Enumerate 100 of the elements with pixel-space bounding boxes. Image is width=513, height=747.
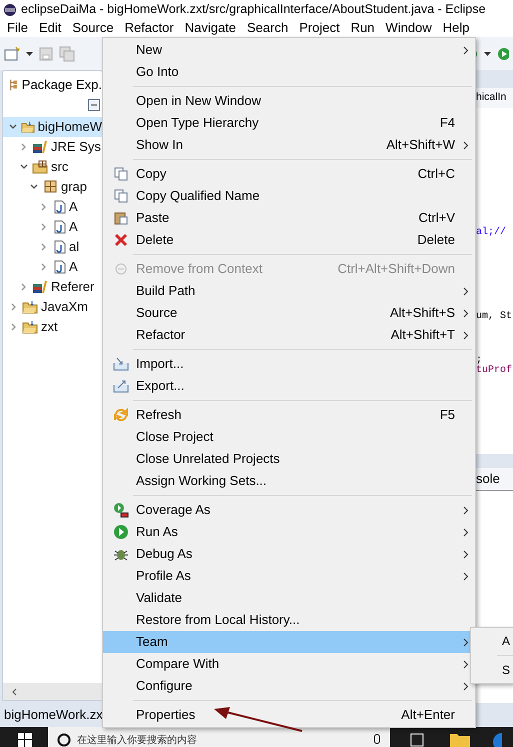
editor-tab[interactable]: hicalIn [476,88,513,108]
package-icon [42,180,58,194]
menu-item[interactable]: Debug As [103,543,475,565]
tree-item[interactable]: A [3,257,102,277]
menu-item[interactable]: Close Project [103,426,475,448]
menu-item[interactable]: Configure [103,675,475,697]
task-view-icon[interactable] [410,733,424,747]
shortcut-label: F5 [440,406,455,424]
code-line: al;// [476,226,506,240]
menu-item[interactable]: Source Alt+Shift+S [103,302,475,324]
menu-item[interactable]: New [103,39,475,61]
menu-item[interactable]: Refresh F5 [103,404,475,426]
dropdown-arrow-icon[interactable] [484,52,491,56]
menu-item[interactable]: Refactor Alt+Shift+T [103,324,475,346]
menu-item[interactable]: Close Unrelated Projects [103,448,475,470]
run-icon[interactable] [497,46,509,60]
view-title[interactable]: Package Exp. [22,75,102,95]
tree-item[interactable]: Referer [3,277,102,297]
menu-bar-item[interactable]: Search [247,18,288,38]
menu-item[interactable]: Copy Ctrl+C [103,163,475,185]
search-box[interactable]: 在这里输入你要搜索的内容 [48,727,390,747]
code-line: ; [476,354,482,366]
menu-item[interactable]: A [502,632,510,650]
tree-item[interactable]: JavaXm [3,297,102,317]
expanded-chevron-icon[interactable] [29,183,39,191]
dropdown-arrow-icon[interactable] [26,52,33,56]
java-file-icon [52,260,66,274]
submenu-chevron-icon [463,506,469,514]
menu-item[interactable]: Delete Delete [103,229,475,251]
menu-item[interactable]: Import... [103,353,475,375]
shortcut-label: Alt+Shift+W [386,136,455,154]
menu-bar-item[interactable]: Help [442,18,470,38]
tree-item[interactable]: al [3,237,102,257]
save-icon[interactable] [39,46,53,60]
java-file-icon [52,220,66,234]
submenu-chevron-icon [463,572,469,580]
menu-item[interactable]: Go Into [103,61,475,83]
horizontal-scrollbar[interactable] [3,683,102,700]
java-file-icon [52,240,66,254]
menu-item[interactable]: Run As [103,521,475,543]
collapse-all-icon[interactable] [88,99,100,111]
menu-item[interactable]: Coverage As [103,499,475,521]
new-file-icon[interactable] [4,46,20,62]
menu-bar-item[interactable]: Refactor [124,18,174,38]
menu-item[interactable]: S [502,661,510,679]
search-icon [57,733,71,747]
scroll-left-icon[interactable] [11,688,17,696]
expanded-chevron-icon[interactable] [19,163,29,171]
library-books-icon [32,280,48,294]
refresh-icon [112,407,128,423]
submenu-chevron-icon [463,638,469,646]
tree-item[interactable]: A [3,217,102,237]
menu-bar-item[interactable]: Source [72,18,114,38]
menu-item[interactable]: Open Type Hierarchy F4 [103,112,475,134]
status-text: bigHomeWork.zx [4,706,103,724]
shortcut-label: Ctrl+C [418,165,455,184]
library-books-icon [32,140,48,154]
tree-item[interactable]: zxt [3,317,102,337]
microphone-icon [374,734,380,746]
tree-item[interactable]: A [3,197,102,217]
menu-item[interactable]: Restore from Local History... [103,609,475,631]
menu-item[interactable]: Open in New Window [103,90,475,112]
menu-item[interactable]: Paste Ctrl+V [103,207,475,229]
save-all-icon[interactable] [59,46,75,62]
menu-bar-item[interactable]: Window [386,18,432,38]
menu-item[interactable]: Copy Qualified Name [103,185,475,207]
project-folder-icon [20,120,35,134]
windows-logo-icon[interactable] [18,733,32,747]
expanded-chevron-icon[interactable] [9,123,18,131]
browser-icon[interactable] [492,732,502,747]
menu-item[interactable]: Compare With [103,653,475,675]
menu-bar-item[interactable]: Edit [38,18,62,38]
menu-item[interactable]: Validate [103,587,475,609]
menu-item[interactable]: Show In Alt+Shift+W [103,134,475,156]
submenu-chevron-icon [463,286,469,296]
menu-bar-item[interactable]: File [7,18,28,38]
menu-item[interactable]: Assign Working Sets... [103,470,475,492]
coverage-icon [112,502,128,518]
submenu-chevron-icon [463,140,469,150]
tree-item[interactable]: JRE Sys [3,137,102,157]
submenu-chevron-icon [463,46,469,54]
tree-item[interactable]: bigHomeW [3,117,102,137]
folder-icon[interactable] [450,732,470,747]
console-tab[interactable]: sole [476,468,513,490]
menu-item[interactable]: Build Path [103,280,475,302]
submenu-chevron-icon [463,308,469,318]
menu-bar-item[interactable]: Project [299,18,340,38]
menu-item[interactable]: Profile As [103,565,475,587]
menu-bar-item[interactable]: Navigate [184,18,236,38]
source-folder-icon [32,160,48,174]
shortcut-label: Ctrl+V [418,209,455,228]
menu-item[interactable]: Properties Alt+Enter [103,704,475,726]
tree-item[interactable]: src [3,157,102,177]
submenu-chevron-icon [463,660,469,668]
import-icon [112,357,128,371]
menu-item[interactable]: Export... [103,375,475,397]
java-file-icon [52,200,66,214]
menu-bar-item[interactable]: Run [350,18,375,38]
shortcut-label: Alt+Shift+S [390,304,455,322]
tree-item[interactable]: grap [3,177,102,197]
